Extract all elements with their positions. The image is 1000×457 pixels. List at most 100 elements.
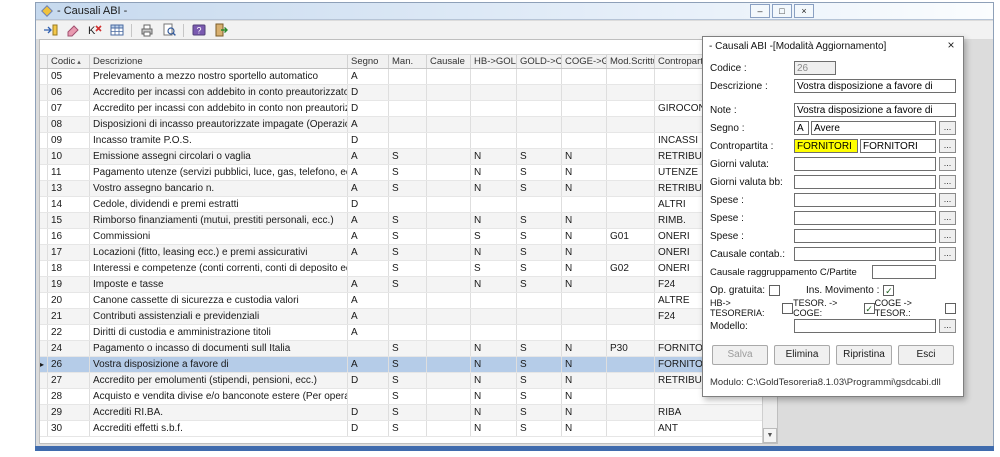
maximize-button[interactable]: □ [772, 4, 792, 18]
header-descrizione[interactable]: Descrizione [90, 55, 348, 68]
cell-mod-scrittur [607, 405, 655, 420]
insert-record-button[interactable] [40, 22, 61, 39]
esci-button[interactable]: Esci [898, 345, 954, 365]
exit-button[interactable] [210, 22, 231, 39]
contropartita-code-field[interactable]: FORNITORI [794, 139, 858, 153]
modello-field[interactable] [794, 319, 936, 333]
tesor-coge-checkbox[interactable]: ✓ [864, 303, 875, 314]
table-row[interactable]: 21 Contributi assistenziali e previdenzi… [40, 309, 762, 325]
segno-desc-field[interactable]: Avere [811, 121, 936, 135]
cell-codice: 21 [48, 309, 90, 324]
dialog-title: - Causali ABI -[Modalità Aggiornamento] [709, 41, 886, 52]
table-row[interactable]: 22 Diritti di custodia e amministrazione… [40, 325, 762, 341]
table-row[interactable]: 10 Emissione assegni circolari o vaglia … [40, 149, 762, 165]
table-row[interactable]: 05 Prelevamento a mezzo nostro sportello… [40, 69, 762, 85]
cell-causale [427, 405, 471, 420]
cell-coge-go [562, 69, 607, 84]
coge-tesor-checkbox[interactable] [945, 303, 956, 314]
header-causale[interactable]: Causale [427, 55, 471, 68]
segno-label: Segno : [710, 123, 794, 134]
salva-button[interactable]: Salva [712, 345, 768, 365]
table-row[interactable]: 11 Pagamento utenze (servizi pubblici, l… [40, 165, 762, 181]
scroll-down-icon[interactable]: ▼ [763, 428, 777, 443]
giorni-valuta-lookup-button[interactable]: ... [939, 157, 956, 171]
header-hb-gold[interactable]: HB->GOLD [471, 55, 517, 68]
header-gold-co[interactable]: GOLD->CO [517, 55, 562, 68]
table-row[interactable]: ▸ 26 Vostra disposizione a favore di A S… [40, 357, 762, 373]
delete-record-button[interactable]: K [84, 22, 105, 39]
header-segno[interactable]: Segno [348, 55, 389, 68]
cell-segno: D [348, 101, 389, 116]
table-row[interactable]: 14 Cedole, dividendi e premi estratti D … [40, 197, 762, 213]
table-row[interactable]: 07 Accredito per incassi con addebito in… [40, 101, 762, 117]
table-row[interactable]: 30 Accrediti effetti s.b.f. D S N S N AN… [40, 421, 762, 437]
elimina-button[interactable]: Elimina [774, 345, 830, 365]
spese3-lookup-button[interactable]: ... [939, 229, 956, 243]
cell-man: S [389, 341, 427, 356]
causale-contab-field[interactable] [794, 247, 936, 261]
help-button[interactable]: ? [188, 22, 209, 39]
cell-codice: 18 [48, 261, 90, 276]
spese3-field[interactable] [794, 229, 936, 243]
spese1-field[interactable] [794, 193, 936, 207]
giorni-valuta-bb-lookup-button[interactable]: ... [939, 175, 956, 189]
descrizione-field[interactable]: Vostra disposizione a favore di [794, 79, 956, 93]
table-row[interactable]: 15 Rimborso finanziamenti (mutui, presti… [40, 213, 762, 229]
cell-codice: 29 [48, 405, 90, 420]
segno-lookup-button[interactable]: ... [939, 121, 956, 135]
erase-button[interactable] [62, 22, 83, 39]
header-codice[interactable]: Codic▴ [48, 55, 90, 68]
dialog-close-icon[interactable]: × [942, 38, 960, 53]
modello-lookup-button[interactable]: ... [939, 319, 956, 333]
table-row[interactable]: 24 Pagamento o incasso di documenti sull… [40, 341, 762, 357]
cell-segno: A [348, 149, 389, 164]
header-man[interactable]: Man. [389, 55, 427, 68]
grid-view-button[interactable] [106, 22, 127, 39]
ripristina-button[interactable]: Ripristina [836, 345, 892, 365]
table-row[interactable]: 29 Accrediti RI.BA. D S N S N RIBA [40, 405, 762, 421]
giorni-valuta-label: Giorni valuta: [710, 159, 794, 170]
contropartita-lookup-button[interactable]: ... [939, 139, 956, 153]
spese2-lookup-button[interactable]: ... [939, 211, 956, 225]
table-row[interactable]: 09 Incasso tramite P.O.S. D INCASSI [40, 133, 762, 149]
spese2-field[interactable] [794, 211, 936, 225]
print-preview-button[interactable] [158, 22, 179, 39]
causale-raggruppamento-field[interactable] [872, 265, 936, 279]
table-row[interactable]: 17 Locazioni (fitto, leasing ecc.) e pre… [40, 245, 762, 261]
hb-tesoreria-checkbox[interactable] [782, 303, 793, 314]
grid-icon [109, 22, 125, 38]
table-row[interactable]: 06 Accredito per incassi con addebito in… [40, 85, 762, 101]
table-row[interactable]: 28 Acquisto e vendita divise e/o bancono… [40, 389, 762, 405]
spese1-lookup-button[interactable]: ... [939, 193, 956, 207]
table-row[interactable]: 27 Accredito per emolumenti (stipendi, p… [40, 373, 762, 389]
cell-segno: A [348, 117, 389, 132]
table-row[interactable]: 08 Disposizioni di incasso preautorizzat… [40, 117, 762, 133]
cell-coge-go [562, 293, 607, 308]
cell-gold-co: S [517, 149, 562, 164]
giorni-valuta-bb-field[interactable] [794, 175, 936, 189]
note-field[interactable]: Vostra disposizione a favore di [794, 103, 956, 117]
table-row[interactable]: 19 Imposte e tasse A S N S N F24 [40, 277, 762, 293]
close-button[interactable]: × [794, 4, 814, 18]
coge-tesor-label: COGE -> TESOR.: [875, 298, 941, 318]
table-row[interactable]: 20 Canone cassette di sicurezza e custod… [40, 293, 762, 309]
causale-contab-lookup-button[interactable]: ... [939, 247, 956, 261]
cell-coge-go: N [562, 149, 607, 164]
header-coge-go[interactable]: COGE->GO [562, 55, 607, 68]
dialog-buttons: Salva Elimina Ripristina Esci [710, 345, 956, 365]
contropartita-desc-field[interactable]: FORNITORI [860, 139, 936, 153]
giorni-valuta-field[interactable] [794, 157, 936, 171]
tesor-coge-label: TESOR. -> COGE: [793, 298, 860, 318]
minimize-button[interactable]: – [750, 4, 770, 18]
ins-movimento-checkbox[interactable]: ✓ [883, 285, 894, 296]
segno-code-field[interactable]: A [794, 121, 809, 135]
header-mod-scrittur[interactable]: Mod.Scrittur [607, 55, 655, 68]
table-row[interactable]: 16 Commissioni A S S S N G01 ONERI [40, 229, 762, 245]
op-gratuita-checkbox[interactable] [769, 285, 780, 296]
cell-mod-scrittur [607, 245, 655, 260]
table-row[interactable]: 13 Vostro assegno bancario n. A S N S N … [40, 181, 762, 197]
table-row[interactable]: 18 Interessi e competenze (conti corrent… [40, 261, 762, 277]
cell-codice: 30 [48, 421, 90, 436]
print-button[interactable] [136, 22, 157, 39]
cell-segno: A [348, 277, 389, 292]
